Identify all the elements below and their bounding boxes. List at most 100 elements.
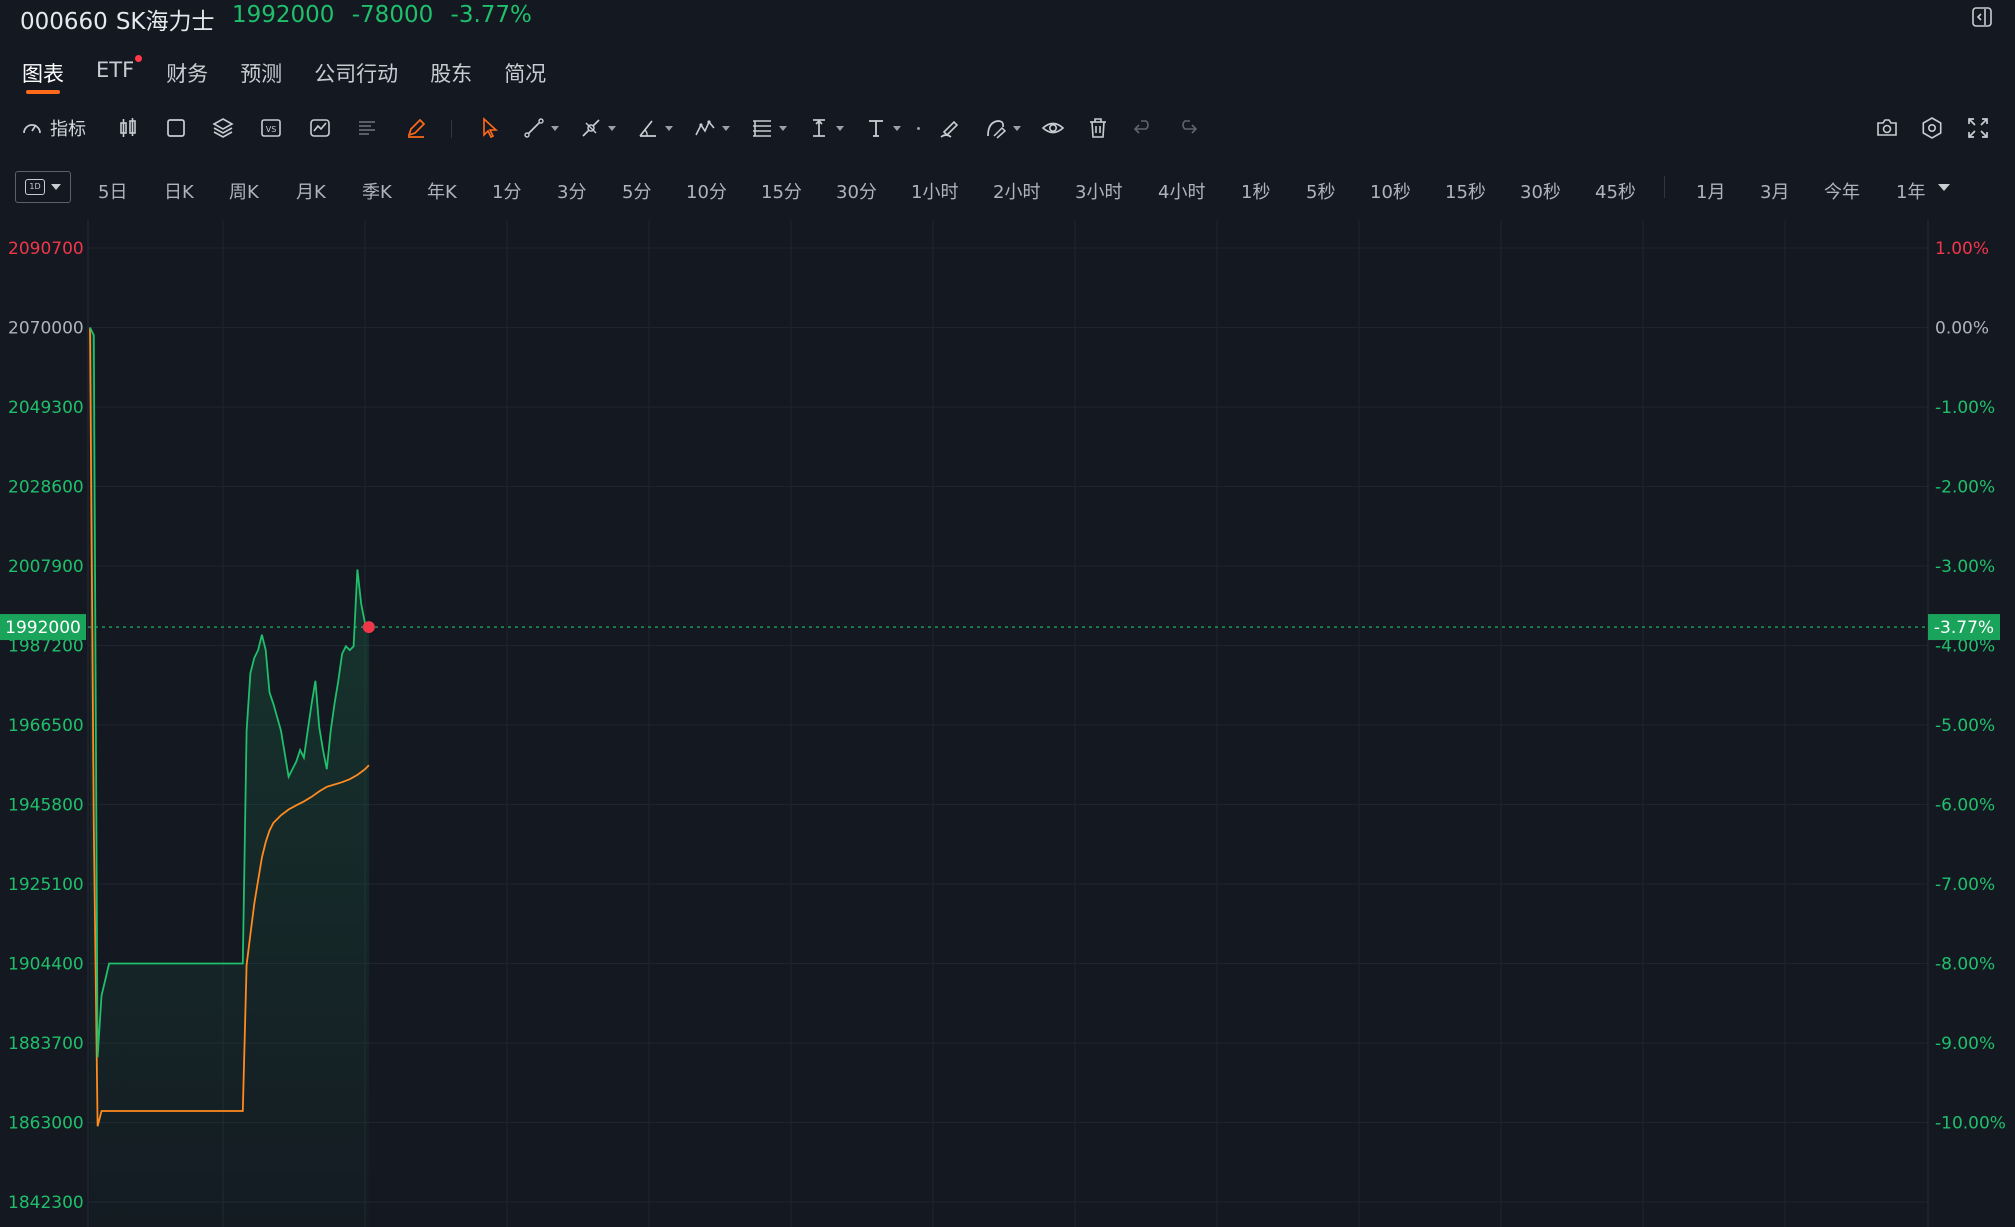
interval-option[interactable]: 15分 (761, 178, 802, 204)
tab-etf[interactable]: ETF (96, 55, 143, 98)
tab-profile[interactable]: 简况 (504, 58, 546, 98)
tab-corporate-actions[interactable]: 公司行动 (314, 58, 398, 98)
measure-icon (813, 119, 825, 137)
interval-option[interactable]: 5分 (622, 178, 651, 204)
measure-button[interactable] (807, 116, 844, 140)
interval-option[interactable]: 日K (164, 178, 194, 204)
interval-option[interactable]: 45秒 (1595, 178, 1636, 204)
layers-icon (212, 118, 234, 138)
trash-icon (1090, 118, 1106, 138)
range-option[interactable]: 1月 (1696, 178, 1725, 204)
redo-button[interactable] (1176, 116, 1200, 140)
interval-option[interactable]: 10分 (686, 178, 727, 204)
tab-shareholders[interactable]: 股东 (430, 58, 472, 98)
y-axis-left-tick-label: 1863000 (8, 1114, 84, 1134)
y-axis-left-tick-label: 2090700 (8, 239, 84, 259)
tab-forecast-label: 预测 (240, 62, 283, 86)
brush-button[interactable] (938, 116, 962, 140)
interval-option[interactable]: 10秒 (1370, 178, 1411, 204)
y-axis-right-tick-label: -6.00% (1935, 796, 1995, 816)
pen-tool-button[interactable] (579, 116, 616, 140)
interval-option[interactable]: 周K (229, 178, 259, 204)
text-button[interactable] (864, 116, 901, 140)
settings-button[interactable] (1920, 116, 1944, 140)
tab-shareholders-label: 股东 (430, 62, 473, 86)
period-selector[interactable]: 1D (15, 171, 71, 203)
compare-vs-icon: VS (261, 119, 281, 137)
interval-option[interactable]: 1分 (492, 178, 521, 204)
interval-option[interactable]: 30分 (836, 178, 877, 204)
chart-type-button[interactable] (308, 116, 332, 140)
y-axis-left-tick-label: 2070000 (8, 319, 84, 339)
interval-option[interactable]: 3小时 (1075, 178, 1122, 204)
y-axis-left-tick-label: 1925100 (8, 875, 84, 895)
brush-icon (940, 120, 959, 138)
range-option[interactable]: 1年 (1896, 178, 1925, 204)
fib-button[interactable] (750, 116, 787, 140)
draw-button[interactable] (984, 116, 1021, 140)
angle-button[interactable] (636, 116, 673, 140)
camera-icon (1877, 119, 1897, 136)
y-axis-right-tick-label: 1.00% (1935, 239, 1989, 259)
chevron-down-icon (893, 125, 901, 131)
last-price-dot (362, 621, 375, 634)
chevron-down-icon[interactable] (1938, 184, 1950, 191)
y-axis-left-tick-label: 2028600 (8, 478, 84, 498)
y-axis-right-tick-label: -5.00% (1935, 716, 1995, 736)
svg-text:VS: VS (266, 125, 277, 134)
interval-option[interactable]: 3分 (557, 178, 586, 204)
tab-profile-label: 简况 (504, 62, 547, 86)
indicators-button[interactable]: 指标 (20, 116, 86, 140)
tab-financials[interactable]: 财务 (166, 58, 208, 98)
y-axis-right-tick-label: -1.00% (1935, 398, 1995, 418)
tab-forecast[interactable]: 预测 (240, 58, 282, 98)
undo-button[interactable] (1131, 116, 1155, 140)
candlestick-button[interactable] (116, 116, 140, 140)
undo-icon (1133, 120, 1149, 134)
tab-chart[interactable]: 图表 (22, 58, 64, 98)
range-option[interactable]: 今年 (1824, 178, 1860, 204)
chevron-down-icon (836, 125, 844, 131)
visibility-button[interactable] (1041, 116, 1065, 140)
chevron-down-icon (551, 125, 559, 131)
toolbar-divider (451, 120, 452, 138)
quote-values: 1992000 -78000 -3.77% (232, 2, 542, 28)
interval-option[interactable]: 5秒 (1306, 178, 1335, 204)
app-window: 000660 SK海力士 1992000 -78000 -3.77% 图表 ETF… (0, 0, 2015, 1227)
interval-divider (1664, 176, 1665, 198)
rectangle-button[interactable] (164, 116, 188, 140)
interval-option[interactable]: 5日 (98, 178, 127, 204)
trend-line-button[interactable] (522, 116, 559, 140)
interval-option[interactable]: 2小时 (993, 178, 1040, 204)
fullscreen-button[interactable] (1966, 116, 1990, 140)
compare-button[interactable]: VS (259, 116, 283, 140)
draw-icon (987, 120, 1007, 139)
pencil-button[interactable] (404, 116, 428, 140)
align-button[interactable] (355, 116, 379, 140)
interval-option[interactable]: 4小时 (1158, 178, 1205, 204)
chart-canvas[interactable]: 2090700207000020493002028600200790019872… (0, 220, 2015, 1227)
last-price: 1992000 (232, 2, 335, 28)
delete-button[interactable] (1086, 116, 1110, 140)
interval-option[interactable]: 年K (427, 178, 457, 204)
chevron-down-icon (1013, 125, 1021, 131)
y-axis-left-tick-label: 2049300 (8, 398, 84, 418)
collapse-panel-icon[interactable] (1971, 6, 1993, 28)
rectangle-icon (167, 119, 185, 137)
price-chart[interactable]: 2090700 2070000 2049300 2028600 2007900 19872… (0, 220, 2015, 1227)
interval-option[interactable]: 1秒 (1241, 178, 1270, 204)
chart-type-icon (310, 119, 330, 137)
y-axis-left-tick-label: 1966500 (8, 716, 84, 736)
chevron-down-icon (608, 125, 616, 131)
interval-option[interactable]: 月K (296, 178, 326, 204)
range-option[interactable]: 3月 (1760, 178, 1789, 204)
interval-option[interactable]: 30秒 (1520, 178, 1561, 204)
pattern-button[interactable] (693, 116, 730, 140)
screenshot-button[interactable] (1875, 116, 1899, 140)
layers-button[interactable] (211, 116, 235, 140)
interval-option[interactable]: 季K (362, 178, 392, 204)
cursor-button[interactable] (478, 116, 502, 140)
interval-option[interactable]: 15秒 (1445, 178, 1486, 204)
interval-option[interactable]: 1小时 (911, 178, 958, 204)
redo-icon (1182, 120, 1198, 134)
